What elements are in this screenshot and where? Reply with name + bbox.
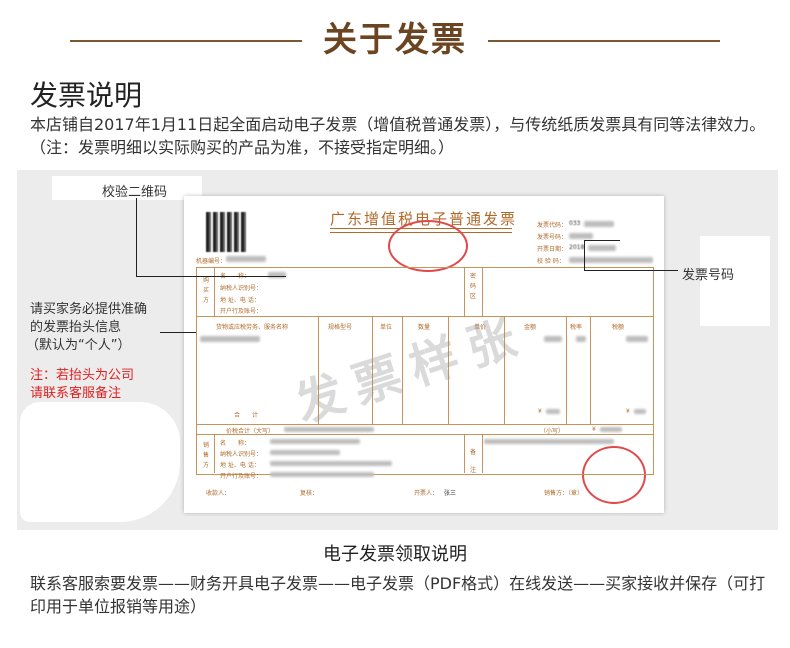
buyer-side-label: 购买方 [203,277,210,304]
blurred-value [576,336,586,342]
section-title: 发票说明 [30,79,143,112]
footer-reviewer: 复核： [300,490,319,497]
blurred-value [584,221,614,227]
small-amount: ¥ [592,426,596,433]
buyer-address-label: 地 址、电 话： [220,297,260,304]
seller-address-label: 地 址、电 话： [220,462,260,469]
callout-line [584,240,620,241]
blurred-value [588,245,616,251]
blurred-value [270,472,374,477]
seller-tax-id-label: 纳税人识别号： [220,451,263,458]
invoice-number-label: 发票号码： [537,234,568,241]
small-amount-label: （小写） [540,428,565,435]
blurred-value [270,461,392,466]
tax-total-label: 价税合计（大写） [226,428,275,435]
callout-line [160,332,196,333]
panel-cutout [20,402,180,522]
callout-buyer-info-2: 的发票抬头信息 [30,320,122,335]
seller-side-label: 销售方 [203,442,210,469]
blurred-value [484,439,614,444]
blurred-value [634,409,646,414]
callout-qr: 校验二维码 [102,185,168,200]
column-amount: 金额 [524,324,537,331]
footer-payee: 收款人： [206,490,231,497]
blurred-value [569,257,653,263]
blurred-value [600,427,622,432]
blurred-value [544,336,562,342]
buyer-tax-id-label: 纳税人识别号： [220,285,263,292]
callout-note-2: 请联系客服备注 [30,386,122,401]
seller-bank-label: 开户行及账号： [220,473,263,480]
check-code-label: 校 验 码： [537,258,565,265]
blurred-value [200,336,260,342]
table-rule [464,434,465,473]
table-rule [464,267,465,316]
blurred-value [268,272,286,278]
table-rule [214,267,215,316]
pickup-title: 电子发票领取说明 [323,544,467,565]
callout-line [584,270,678,271]
callout-line [584,240,585,270]
invoice-code-label: 发票代码： [537,222,568,229]
column-tax: 税额 [612,324,625,331]
qr-code [206,212,246,252]
callout-invoice-number: 发票号码 [682,268,735,283]
callout-line [136,276,286,277]
blurred-value [546,409,560,414]
remark-label: 备注 [470,449,477,474]
header-line-right [488,40,720,42]
tax-stamp [388,220,468,272]
column-tax-rate: 税率 [570,324,583,331]
total-tax: ¥ [626,408,630,415]
machine-number-label: 机器编号： [196,258,227,265]
blurred-value [569,233,593,239]
seller-name-label: 名 称： [220,440,251,447]
table-rule [196,424,654,425]
total-label: 合 计 [234,412,259,419]
table-rule [214,434,215,473]
callout-note-1: 注：若抬头为公司 [30,368,135,383]
blurred-value [226,256,266,262]
blurred-value [270,450,340,455]
table-rule [482,434,483,473]
column-goods: 货物或应税劳务、服务名称 [216,324,289,331]
column-unit: 单位 [380,324,393,331]
invoice-code-value: 033 [569,220,581,227]
page-title: 关于发票 [323,20,467,60]
table-rule [566,316,567,424]
total-amount: ¥ [538,408,542,415]
table-rule [196,316,654,317]
buyer-bank-label: 开户行及账号： [220,308,263,315]
blurred-value [270,439,360,444]
pickup-text: 联系客服索要发票——财务开具电子发票——电子发票（PDF格式）在线发送——买家接… [30,574,766,616]
callout-buyer-info-3: （默认为“个人”） [26,338,131,353]
callout-line [136,198,137,276]
password-area-label: 密码区 [470,273,477,300]
invoice-date-label: 开票日期： [537,246,568,253]
invoice-date-value: 2018 [569,244,585,251]
footer-issuer-name: 张三 [444,490,457,497]
callout-buyer-info-1: 请买家务必提供准确 [30,302,148,317]
section-text: 本店铺自2017年1月11日起全面启动电子发票（增值税普通发票），与传统纸质发票… [30,115,766,157]
footer-issuer: 开票人： [414,490,439,497]
table-rule [590,316,591,424]
blurred-value [626,336,648,342]
column-spec: 规格型号 [328,324,353,331]
footer-seller: 销售方：（章） [544,490,584,497]
